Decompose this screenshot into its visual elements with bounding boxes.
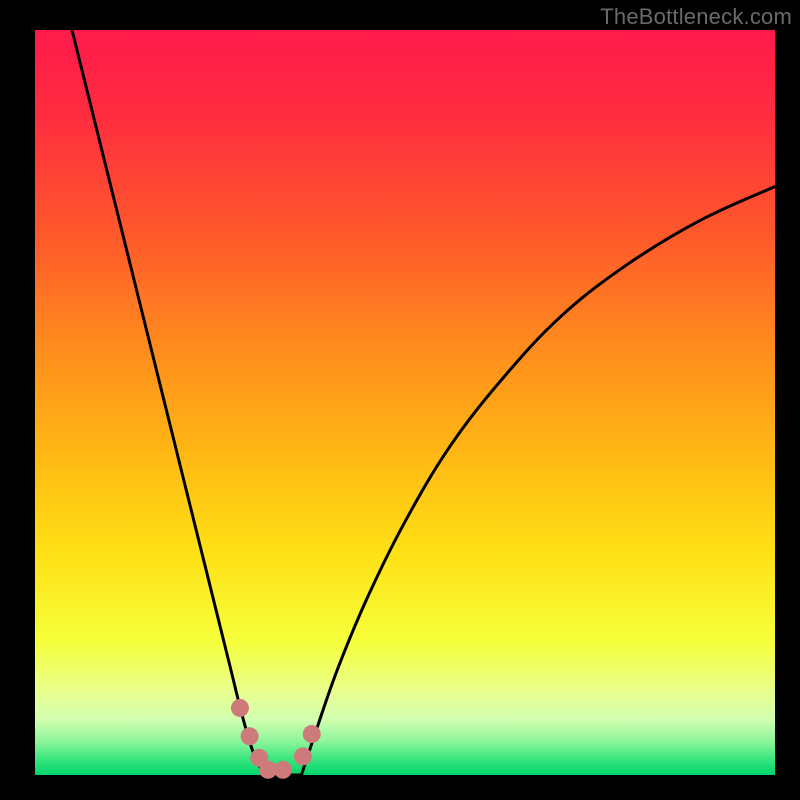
bottleneck-chart bbox=[0, 0, 800, 800]
marker-dot bbox=[303, 725, 321, 743]
watermark-text: TheBottleneck.com bbox=[600, 4, 792, 30]
marker-dot bbox=[274, 761, 292, 779]
marker-dot bbox=[294, 747, 312, 765]
plot-background bbox=[35, 30, 775, 775]
marker-dot bbox=[241, 727, 259, 745]
chart-stage: TheBottleneck.com bbox=[0, 0, 800, 800]
marker-dot bbox=[231, 699, 249, 717]
